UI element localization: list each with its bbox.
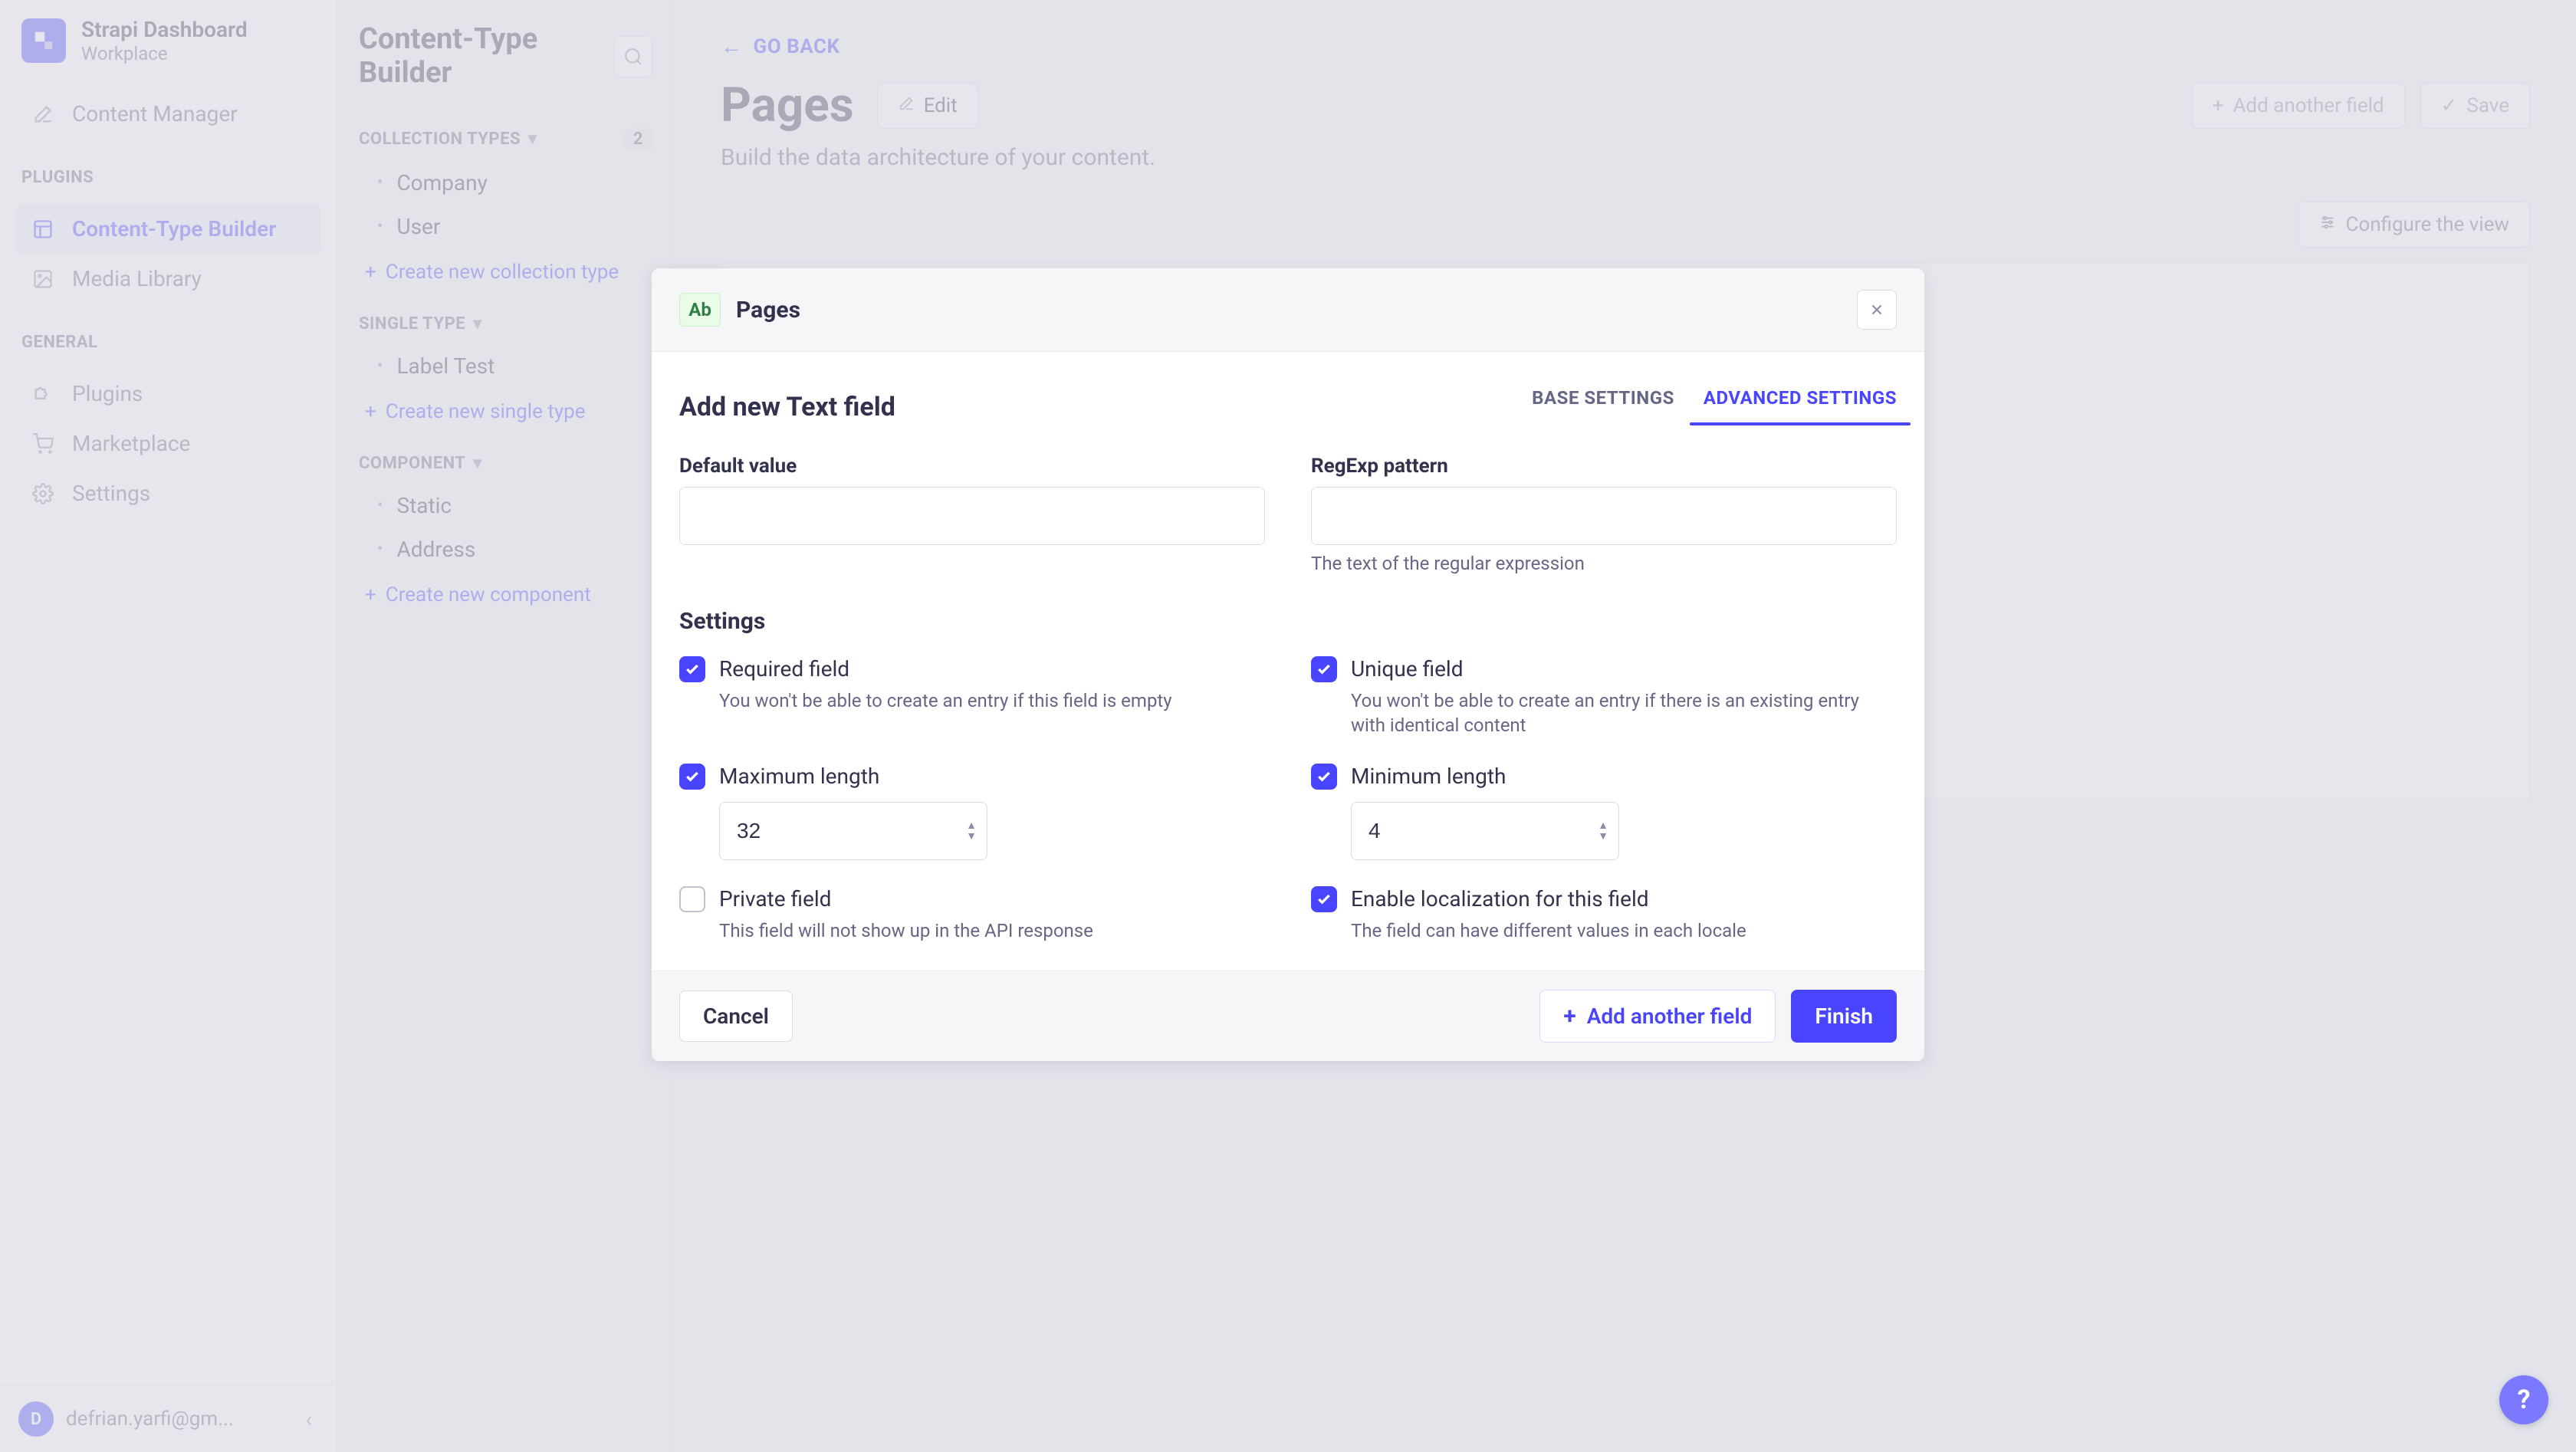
unique-label: Unique field xyxy=(1351,656,1897,682)
modal-footer: Cancel + Add another field Finish xyxy=(652,971,1924,1061)
unique-checkbox[interactable] xyxy=(1311,656,1337,682)
maxlength-label: Maximum length xyxy=(719,764,1265,790)
field-modal: Ab Pages Add new Text field BASE SETTING… xyxy=(652,268,1924,1061)
close-button[interactable] xyxy=(1857,290,1897,330)
finish-button[interactable]: Finish xyxy=(1791,990,1897,1043)
regexp-hint: The text of the regular expression xyxy=(1311,553,1897,574)
number-stepper-icon[interactable]: ▲▼ xyxy=(1598,820,1608,842)
tab-base-settings[interactable]: BASE SETTINGS xyxy=(1532,387,1674,422)
localization-desc: The field can have different values in e… xyxy=(1351,918,1897,943)
check-icon xyxy=(1316,769,1332,784)
localization-label: Enable localization for this field xyxy=(1351,886,1897,912)
private-desc: This field will not show up in the API r… xyxy=(719,918,1265,943)
required-label: Required field xyxy=(719,656,1265,682)
close-icon xyxy=(1868,301,1885,318)
add-another-field-button[interactable]: + Add another field xyxy=(1539,990,1776,1043)
check-icon xyxy=(685,662,700,677)
minlength-input[interactable] xyxy=(1351,802,1619,860)
required-desc: You won't be able to create an entry if … xyxy=(719,688,1265,713)
maxlength-checkbox[interactable] xyxy=(679,764,705,790)
modal-tabs: BASE SETTINGS ADVANCED SETTINGS xyxy=(1532,387,1897,422)
unique-desc: You won't be able to create an entry if … xyxy=(1351,688,1897,738)
default-value-label: Default value xyxy=(679,455,1265,478)
regexp-input[interactable] xyxy=(1311,487,1897,545)
default-value-input[interactable] xyxy=(679,487,1265,545)
minlength-checkbox[interactable] xyxy=(1311,764,1337,790)
regexp-label: RegExp pattern xyxy=(1311,455,1897,478)
private-checkbox[interactable] xyxy=(679,886,705,912)
modal-header: Ab Pages xyxy=(652,268,1924,352)
settings-heading: Settings xyxy=(679,608,1897,635)
modal-title: Add new Text field xyxy=(679,392,895,422)
private-label: Private field xyxy=(719,886,1265,912)
maxlength-input[interactable] xyxy=(719,802,987,860)
help-button[interactable]: ? xyxy=(2499,1375,2548,1424)
check-icon xyxy=(1316,662,1332,677)
cancel-button[interactable]: Cancel xyxy=(679,990,793,1042)
localization-checkbox[interactable] xyxy=(1311,886,1337,912)
question-icon: ? xyxy=(2518,1385,2531,1415)
number-stepper-icon[interactable]: ▲▼ xyxy=(966,820,977,842)
check-icon xyxy=(1316,892,1332,907)
tab-advanced-settings[interactable]: ADVANCED SETTINGS xyxy=(1704,387,1897,422)
modal-overlay: Ab Pages Add new Text field BASE SETTING… xyxy=(0,0,2576,1452)
required-checkbox[interactable] xyxy=(679,656,705,682)
text-field-badge-icon: Ab xyxy=(679,293,721,327)
check-icon xyxy=(685,769,700,784)
plus-icon: + xyxy=(1563,1003,1576,1030)
minlength-label: Minimum length xyxy=(1351,764,1897,790)
modal-type-name: Pages xyxy=(736,297,800,324)
